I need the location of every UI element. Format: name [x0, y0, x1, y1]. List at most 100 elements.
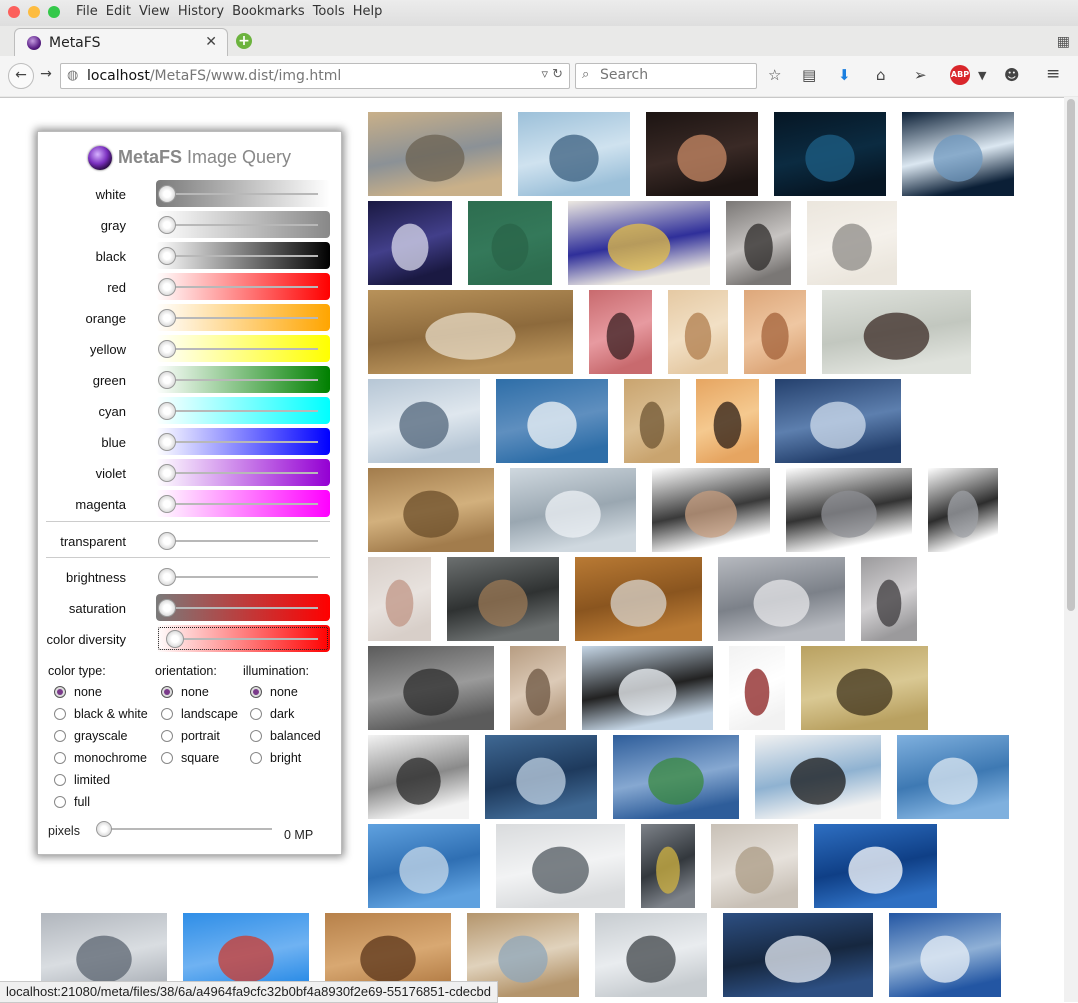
violet-slider[interactable] [156, 459, 330, 486]
tab-groups-icon[interactable]: ▦ [1057, 34, 1070, 50]
radio-button[interactable] [161, 708, 173, 720]
scrollbar-thumb[interactable] [1067, 99, 1075, 611]
search-bar[interactable]: ⌕ [575, 63, 757, 89]
menu-view[interactable]: View [139, 4, 170, 19]
radio-button[interactable] [54, 686, 66, 698]
reload-icon[interactable]: ▿ ↻ [541, 67, 563, 82]
radio-button[interactable] [250, 752, 262, 764]
send-icon[interactable]: ➢ [914, 66, 927, 84]
slider-knob[interactable] [158, 371, 176, 389]
thumbnail-plane-cockpit[interactable] [755, 735, 881, 819]
slider-knob[interactable] [158, 402, 176, 420]
yellow-slider[interactable] [156, 335, 330, 362]
menu-help[interactable]: Help [353, 4, 383, 19]
thumbnail-girl-sepia[interactable] [510, 646, 566, 730]
radio-button[interactable] [161, 752, 173, 764]
color-type-option-none[interactable]: none [54, 685, 102, 699]
illumination-option-balanced[interactable]: balanced [250, 729, 321, 743]
adblock-icon[interactable]: ABP [950, 65, 970, 85]
url-bar[interactable]: ◍ localhost/MetaFS/www.dist/img.html ▿ ↻ [60, 63, 570, 89]
thumbnail-cargo-plane[interactable] [711, 824, 798, 908]
thumbnail-sand-texture[interactable] [368, 468, 494, 552]
radio-button[interactable] [161, 730, 173, 742]
thumbnail-rhinoceros[interactable] [368, 646, 494, 730]
orientation-option-landscape[interactable]: landscape [161, 707, 238, 721]
black-slider[interactable] [156, 242, 330, 269]
thumbnail-white-flower[interactable] [368, 201, 452, 285]
close-tab-icon[interactable]: ✕ [205, 34, 217, 50]
radio-button[interactable] [161, 686, 173, 698]
thumbnail-bird-sky[interactable] [582, 646, 713, 730]
thumbnail-mondrian-blocks[interactable] [568, 201, 710, 285]
thumbnail-airliner-emirates[interactable] [718, 557, 845, 641]
thumbnail-church-silhouette[interactable] [696, 379, 759, 463]
orientation-option-none[interactable]: none [161, 685, 209, 699]
thumbnail-stretching-man[interactable] [652, 468, 770, 552]
thumbnail-river-waves[interactable] [775, 379, 901, 463]
thumbnail-airbus-flying[interactable] [368, 824, 480, 908]
orange-slider[interactable] [156, 304, 330, 331]
thumbnail-vitruvian-man[interactable] [668, 290, 728, 374]
slider-knob[interactable] [158, 495, 176, 513]
chat-smiley-icon[interactable]: ☻ [1004, 66, 1020, 84]
home-icon[interactable]: ⌂ [876, 66, 886, 84]
slider-knob[interactable] [158, 278, 176, 296]
thumbnail-airbus-sky[interactable] [897, 735, 1009, 819]
slider-knob[interactable] [166, 630, 184, 648]
thumbnail-sketch-drawing[interactable] [744, 290, 806, 374]
thumbnail-business-jet[interactable] [814, 824, 937, 908]
search-input[interactable] [600, 67, 750, 83]
blue-slider[interactable] [156, 428, 330, 455]
slider-knob[interactable] [158, 185, 176, 203]
thumbnail-green-square[interactable] [468, 201, 552, 285]
menu-file[interactable]: File [76, 4, 98, 19]
transparent-slider[interactable] [156, 527, 330, 554]
thumbnail-mannequin[interactable] [368, 557, 431, 641]
reading-list-icon[interactable]: ▤ [802, 66, 816, 84]
thumbnail-snowy-tree[interactable] [723, 913, 873, 997]
pixels-slider[interactable] [100, 828, 272, 830]
color-type-option-black-white[interactable]: black & white [54, 707, 148, 721]
hamburger-menu-icon[interactable]: ≡ [1046, 64, 1060, 84]
thumbnail-scribble-pattern[interactable] [807, 201, 897, 285]
radio-button[interactable] [54, 796, 66, 808]
green-slider[interactable] [156, 366, 330, 393]
thumbnail-blank-cards[interactable] [575, 557, 702, 641]
orientation-option-portrait[interactable]: portrait [161, 729, 220, 743]
color-type-option-full[interactable]: full [54, 795, 90, 809]
thumbnail-crystal-bracelet[interactable] [510, 468, 636, 552]
thumbnail-lighthouse[interactable] [368, 112, 502, 196]
color-type-option-monochrome[interactable]: monochrome [54, 751, 147, 765]
thumbnail-red-abstract[interactable] [589, 290, 652, 374]
thumbnail-carrier-crew[interactable] [641, 824, 695, 908]
back-arrow-icon[interactable]: ← [8, 63, 34, 89]
brightness-slider[interactable] [156, 563, 330, 590]
slider-knob[interactable] [158, 532, 176, 550]
white-slider[interactable] [156, 180, 330, 207]
slider-knob[interactable] [158, 340, 176, 358]
slider-knob[interactable] [158, 568, 176, 586]
pixels-slider-knob[interactable] [96, 821, 112, 837]
thumbnail-woman-lingerie[interactable] [646, 112, 758, 196]
thumbnail-man-exercise-ball[interactable] [786, 468, 912, 552]
slider-knob[interactable] [158, 216, 176, 234]
gray-slider[interactable] [156, 211, 330, 238]
menu-bookmarks[interactable]: Bookmarks [232, 4, 305, 19]
slider-knob[interactable] [158, 247, 176, 265]
radio-button[interactable] [54, 708, 66, 720]
minimize-window-button[interactable] [28, 6, 40, 18]
bookmark-star-icon[interactable]: ☆ [768, 66, 781, 84]
orientation-option-square[interactable]: square [161, 751, 219, 765]
thumbnail-desert-dunes[interactable] [861, 557, 917, 641]
page-scrollbar[interactable] [1064, 97, 1078, 1002]
new-tab-icon[interactable]: + [236, 33, 252, 49]
close-window-button[interactable] [8, 6, 20, 18]
thumbnail-man-mustache[interactable] [726, 201, 791, 285]
color-diversity-slider[interactable] [156, 625, 330, 652]
slider-knob[interactable] [158, 309, 176, 327]
thumbnail-rocky-coast[interactable] [595, 913, 707, 997]
slider-knob[interactable] [158, 464, 176, 482]
illumination-option-none[interactable]: none [250, 685, 298, 699]
illumination-option-dark[interactable]: dark [250, 707, 294, 721]
radio-button[interactable] [250, 730, 262, 742]
